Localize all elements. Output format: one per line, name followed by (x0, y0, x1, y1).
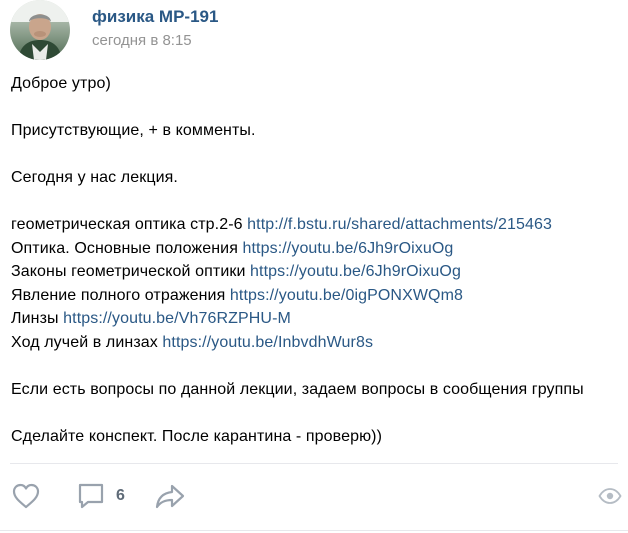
material-link[interactable]: https://youtu.be/InbvdhWur8s (162, 334, 373, 351)
like-button[interactable] (10, 480, 42, 512)
avatar[interactable] (10, 0, 70, 60)
material-line: Явление полного отражения https://youtu.… (11, 284, 621, 308)
material-title: Оптика. Основные положения (11, 239, 243, 257)
material-title: Ход лучей в линзах (11, 333, 163, 351)
material-line: геометрическая оптика стр.2-6 http://f.b… (11, 213, 621, 237)
material-line: Ход лучей в линзах https://youtu.be/Inbv… (11, 331, 621, 355)
actions-divider (10, 463, 618, 464)
post-actions: 6 (0, 480, 628, 512)
greeting-line: Доброе утро) (11, 75, 111, 92)
author-name[interactable]: физика МР-191 (92, 7, 218, 27)
material-title: геометрическая оптика стр.2-6 (11, 216, 248, 233)
material-link[interactable]: https://youtu.be/Vh76RZPHU-M (63, 310, 291, 327)
material-line: Законы геометрической оптики https://you… (11, 260, 621, 284)
lecture-intro-line: Сегодня у нас лекция. (11, 169, 178, 186)
material-link[interactable]: https://youtu.be/6Jh9rOixuOg (250, 263, 461, 280)
material-link[interactable]: https://youtu.be/0igPONXWQm8 (230, 287, 463, 304)
comment-icon (78, 483, 104, 509)
questions-line: Если есть вопросы по данной лекции, зада… (11, 380, 584, 398)
post-header: физика МР-191 сегодня в 8:15 (10, 0, 218, 60)
material-title: Явление полного отражения (11, 286, 230, 304)
post-meta: физика МР-191 сегодня в 8:15 (92, 0, 218, 50)
material-link[interactable]: http://f.bstu.ru/shared/attachments/2154… (247, 216, 552, 233)
attendance-line: Присутствующие, + в комменты. (11, 122, 256, 139)
views-indicator (598, 480, 622, 512)
material-link[interactable]: https://youtu.be/6Jh9rOixuOg (243, 240, 454, 257)
eye-icon (598, 488, 622, 504)
post-text: Доброе утро) Присутствующие, + в коммент… (11, 72, 621, 448)
post-time[interactable]: сегодня в 8:15 (92, 32, 218, 50)
material-title: Законы геометрической оптики (11, 263, 251, 280)
share-button[interactable] (154, 480, 186, 512)
post-bottom-border (0, 530, 628, 531)
wall-post: физика МР-191 сегодня в 8:15 Доброе утро… (0, 0, 628, 533)
comment-count: 6 (116, 487, 125, 504)
material-line: Линзы https://youtu.be/Vh76RZPHU-M (11, 307, 621, 331)
heart-icon (12, 483, 40, 509)
comment-button[interactable]: 6 (76, 480, 125, 512)
material-title: Линзы (11, 310, 64, 327)
closing-line: Сделайте конспект. После карантина - про… (11, 427, 383, 445)
avatar-photo (10, 0, 70, 60)
share-arrow-icon (155, 484, 185, 509)
material-line: Оптика. Основные положения https://youtu… (11, 237, 621, 261)
